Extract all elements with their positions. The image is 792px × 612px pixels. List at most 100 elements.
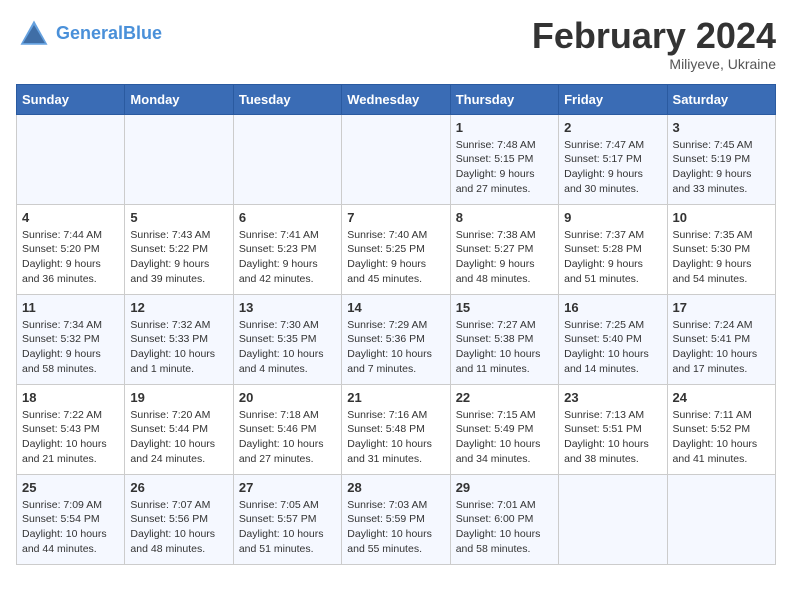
- calendar-day: 25 Sunrise: 7:09 AMSunset: 5:54 PMDayligh…: [17, 474, 125, 564]
- day-number: 26: [130, 480, 227, 495]
- calendar-day: 7Sunrise: 7:40 AMSunset: 5:25 PMDaylight…: [342, 204, 450, 294]
- weekday-header-sunday: Sunday: [17, 84, 125, 114]
- day-number: 13: [239, 300, 336, 315]
- day-info: Sunrise: 7:43 AMSunset: 5:22 PMDaylight:…: [130, 228, 227, 287]
- title-block: February 2024 Miliyeve, Ukraine: [532, 16, 776, 72]
- day-info: Sunrise: 7:29 AMSunset: 5:36 PMDaylight:…: [347, 318, 444, 377]
- calendar-day: 24Sunrise: 7:11 AMSunset: 5:52 PMDayligh…: [667, 384, 775, 474]
- day-number: 12: [130, 300, 227, 315]
- calendar-day: [667, 474, 775, 564]
- calendar-day: 29 Sunrise: 7:01 AMSunset: 6:00 PMDayligh…: [450, 474, 558, 564]
- day-info: Sunrise: 7:41 AMSunset: 5:23 PMDaylight:…: [239, 228, 336, 287]
- day-info: Sunrise: 7:07 AMSunset: 5:56 PMDaylight:…: [130, 498, 227, 557]
- day-number: 10: [673, 210, 770, 225]
- logo-icon: [16, 16, 52, 52]
- logo: GeneralBlue: [16, 16, 162, 52]
- day-number: 3: [673, 120, 770, 135]
- calendar-day: 16 Sunrise: 7:25 AMSunset: 5:40 PMDayligh…: [559, 294, 667, 384]
- day-info: Sunrise: 7:03 AMSunset: 5:59 PMDaylight:…: [347, 498, 444, 557]
- day-number: 5: [130, 210, 227, 225]
- day-number: 11: [22, 300, 119, 315]
- day-info: Sunrise: 7:20 AMSunset: 5:44 PMDaylight:…: [130, 408, 227, 467]
- calendar-day: 11 Sunrise: 7:34 AMSunset: 5:32 PMDayligh…: [17, 294, 125, 384]
- calendar-day: 17Sunrise: 7:24 AMSunset: 5:41 PMDayligh…: [667, 294, 775, 384]
- logo-text: GeneralBlue: [56, 24, 162, 44]
- calendar-day: [233, 114, 341, 204]
- calendar-week-1: 1 Sunrise: 7:48 AMSunset: 5:15 PMDaylight…: [17, 114, 776, 204]
- weekday-header-thursday: Thursday: [450, 84, 558, 114]
- day-info: Sunrise: 7:09 AMSunset: 5:54 PMDaylight:…: [22, 498, 119, 557]
- day-number: 17: [673, 300, 770, 315]
- day-number: 14: [347, 300, 444, 315]
- calendar-week-4: 18Sunrise: 7:22 AMSunset: 5:43 PMDayligh…: [17, 384, 776, 474]
- calendar-day: 20Sunrise: 7:18 AMSunset: 5:46 PMDayligh…: [233, 384, 341, 474]
- day-info: Sunrise: 7:44 AMSunset: 5:20 PMDaylight:…: [22, 228, 119, 287]
- day-info: Sunrise: 7:34 AMSunset: 5:32 PMDaylight:…: [22, 318, 119, 377]
- calendar-table: SundayMondayTuesdayWednesdayThursdayFrid…: [16, 84, 776, 565]
- day-number: 16: [564, 300, 661, 315]
- location-subtitle: Miliyeve, Ukraine: [532, 56, 776, 72]
- day-info: Sunrise: 7:32 AMSunset: 5:33 PMDaylight:…: [130, 318, 227, 377]
- day-info: Sunrise: 7:15 AMSunset: 5:49 PMDaylight:…: [456, 408, 553, 467]
- day-number: 21: [347, 390, 444, 405]
- day-number: 1: [456, 120, 553, 135]
- calendar-day: [125, 114, 233, 204]
- day-number: 24: [673, 390, 770, 405]
- day-info: Sunrise: 7:38 AMSunset: 5:27 PMDaylight:…: [456, 228, 553, 287]
- day-number: 29: [456, 480, 553, 495]
- calendar-day: 14 Sunrise: 7:29 AMSunset: 5:36 PMDayligh…: [342, 294, 450, 384]
- day-number: 25: [22, 480, 119, 495]
- day-number: 22: [456, 390, 553, 405]
- calendar-week-3: 11 Sunrise: 7:34 AMSunset: 5:32 PMDayligh…: [17, 294, 776, 384]
- day-number: 20: [239, 390, 336, 405]
- day-number: 7: [347, 210, 444, 225]
- weekday-header-wednesday: Wednesday: [342, 84, 450, 114]
- calendar-day: 15Sunrise: 7:27 AMSunset: 5:38 PMDayligh…: [450, 294, 558, 384]
- calendar-day: 3 Sunrise: 7:45 AMSunset: 5:19 PMDaylight…: [667, 114, 775, 204]
- day-number: 19: [130, 390, 227, 405]
- weekday-header-tuesday: Tuesday: [233, 84, 341, 114]
- day-info: Sunrise: 7:35 AMSunset: 5:30 PMDaylight:…: [673, 228, 770, 287]
- calendar-day: 8 Sunrise: 7:38 AMSunset: 5:27 PMDaylight…: [450, 204, 558, 294]
- day-info: Sunrise: 7:48 AMSunset: 5:15 PMDaylight:…: [456, 138, 553, 197]
- day-info: Sunrise: 7:30 AMSunset: 5:35 PMDaylight:…: [239, 318, 336, 377]
- calendar-day: 2 Sunrise: 7:47 AMSunset: 5:17 PMDaylight…: [559, 114, 667, 204]
- day-info: Sunrise: 7:25 AMSunset: 5:40 PMDaylight:…: [564, 318, 661, 377]
- day-info: Sunrise: 7:01 AMSunset: 6:00 PMDaylight:…: [456, 498, 553, 557]
- calendar-day: 19 Sunrise: 7:20 AMSunset: 5:44 PMDayligh…: [125, 384, 233, 474]
- calendar-day: [559, 474, 667, 564]
- calendar-day: 4 Sunrise: 7:44 AMSunset: 5:20 PMDaylight…: [17, 204, 125, 294]
- day-info: Sunrise: 7:47 AMSunset: 5:17 PMDaylight:…: [564, 138, 661, 197]
- weekday-header-row: SundayMondayTuesdayWednesdayThursdayFrid…: [17, 84, 776, 114]
- day-info: Sunrise: 7:13 AMSunset: 5:51 PMDaylight:…: [564, 408, 661, 467]
- day-number: 18: [22, 390, 119, 405]
- day-number: 2: [564, 120, 661, 135]
- day-info: Sunrise: 7:45 AMSunset: 5:19 PMDaylight:…: [673, 138, 770, 197]
- calendar-day: 22 Sunrise: 7:15 AMSunset: 5:49 PMDayligh…: [450, 384, 558, 474]
- calendar-day: 13 Sunrise: 7:30 AMSunset: 5:35 PMDayligh…: [233, 294, 341, 384]
- day-number: 8: [456, 210, 553, 225]
- calendar-day: 21Sunrise: 7:16 AMSunset: 5:48 PMDayligh…: [342, 384, 450, 474]
- weekday-header-monday: Monday: [125, 84, 233, 114]
- day-info: Sunrise: 7:37 AMSunset: 5:28 PMDaylight:…: [564, 228, 661, 287]
- day-number: 27: [239, 480, 336, 495]
- weekday-header-saturday: Saturday: [667, 84, 775, 114]
- calendar-day: 23 Sunrise: 7:13 AMSunset: 5:51 PMDayligh…: [559, 384, 667, 474]
- calendar-day: [342, 114, 450, 204]
- calendar-day: 27Sunrise: 7:05 AMSunset: 5:57 PMDayligh…: [233, 474, 341, 564]
- calendar-week-2: 4 Sunrise: 7:44 AMSunset: 5:20 PMDaylight…: [17, 204, 776, 294]
- day-number: 9: [564, 210, 661, 225]
- calendar-day: 9 Sunrise: 7:37 AMSunset: 5:28 PMDaylight…: [559, 204, 667, 294]
- weekday-header-friday: Friday: [559, 84, 667, 114]
- calendar-day: 26 Sunrise: 7:07 AMSunset: 5:56 PMDayligh…: [125, 474, 233, 564]
- calendar-day: 1 Sunrise: 7:48 AMSunset: 5:15 PMDaylight…: [450, 114, 558, 204]
- day-number: 15: [456, 300, 553, 315]
- calendar-day: [17, 114, 125, 204]
- day-number: 23: [564, 390, 661, 405]
- day-number: 4: [22, 210, 119, 225]
- calendar-day: 10 Sunrise: 7:35 AMSunset: 5:30 PMDayligh…: [667, 204, 775, 294]
- day-number: 28: [347, 480, 444, 495]
- calendar-day: 6Sunrise: 7:41 AMSunset: 5:23 PMDaylight…: [233, 204, 341, 294]
- calendar-day: 28 Sunrise: 7:03 AMSunset: 5:59 PMDayligh…: [342, 474, 450, 564]
- calendar-day: 18Sunrise: 7:22 AMSunset: 5:43 PMDayligh…: [17, 384, 125, 474]
